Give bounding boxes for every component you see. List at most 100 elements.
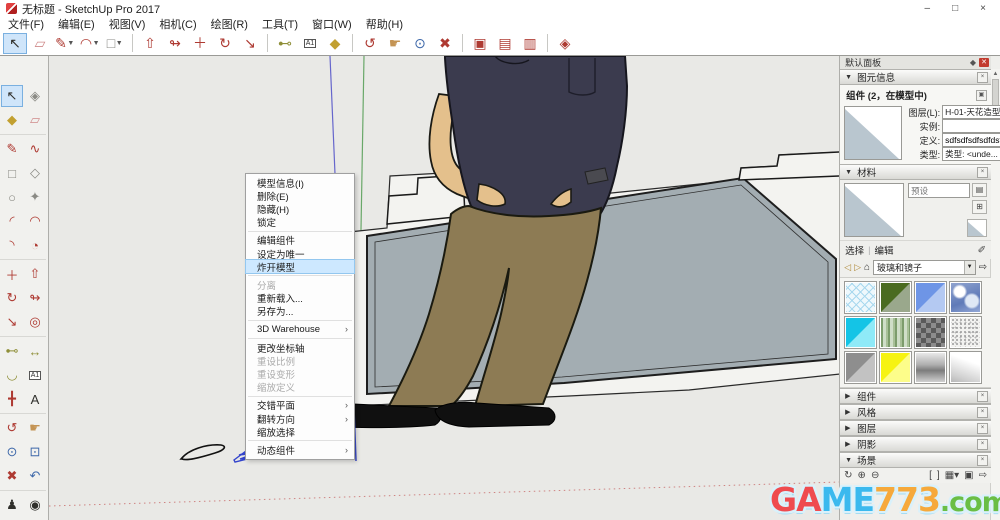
menu-item-make-unique[interactable]: 设定为唯一 xyxy=(246,247,354,260)
section-close-icon[interactable]: × xyxy=(977,391,988,402)
type-dropdown[interactable]: 类型: <unde... ▼ xyxy=(942,147,1000,161)
two-point-arc-tool[interactable]: ◠ xyxy=(24,210,46,232)
axes-tool[interactable]: ╋ xyxy=(1,388,23,410)
collapse-triangle-icon[interactable]: ▼ xyxy=(845,457,853,464)
menu-view[interactable]: 视图(V) xyxy=(109,16,146,32)
look-around-tool[interactable]: ◉ xyxy=(24,494,46,516)
text-tool[interactable]: A1 xyxy=(24,364,46,386)
back-arrow-icon[interactable]: ◁ xyxy=(844,262,851,273)
tape-measure-tool[interactable]: ⊷ xyxy=(1,340,23,362)
zoom-extents-tool[interactable]: ✖ xyxy=(433,33,457,54)
collapse-triangle-icon[interactable]: ▶ xyxy=(845,440,853,448)
get-models-button[interactable]: ▣ xyxy=(468,33,492,54)
text-tool[interactable]: A1 xyxy=(298,33,322,54)
tray-header[interactable]: 默认面板 ◆ ✕ xyxy=(840,56,991,69)
menu-file[interactable]: 文件(F) xyxy=(8,16,44,32)
menu-item-explode[interactable]: 炸开模型 xyxy=(246,260,354,273)
section-close-icon[interactable]: × xyxy=(977,167,988,178)
menu-item-model-info[interactable]: 模型信息(I) xyxy=(246,176,354,189)
menu-item-save-as[interactable]: 另存为... xyxy=(246,305,354,318)
layer-dropdown[interactable]: H-01-天花造型 ▼ xyxy=(942,105,1000,119)
pin-icon[interactable]: ◆ xyxy=(970,58,976,67)
shadows-section-header[interactable]: ▶ 阴影 × xyxy=(840,436,991,452)
extension-warehouse-button[interactable]: ◈ xyxy=(553,33,577,54)
zoom-tool[interactable]: ⊙ xyxy=(408,33,432,54)
scale-tool[interactable]: ↘ xyxy=(238,33,262,54)
pan-tool[interactable]: ☛ xyxy=(383,33,407,54)
rectangle-tool[interactable]: □ xyxy=(1,162,23,184)
entity-info-header[interactable]: ▼ 图元信息 × xyxy=(840,69,991,85)
orbit-tool[interactable]: ↺ xyxy=(358,33,382,54)
instance-input[interactable] xyxy=(945,121,1000,131)
tape-measure-tool[interactable]: ⊷ xyxy=(273,33,297,54)
create-material-icon[interactable]: ⊞ xyxy=(972,200,987,214)
orbit-tool[interactable]: ↺ xyxy=(1,417,23,439)
material-swatch-green-glass[interactable] xyxy=(879,281,912,314)
material-swatch-white-mirror[interactable] xyxy=(949,351,982,384)
menu-item-zoom-selection[interactable]: 缩放选择 xyxy=(246,425,354,438)
push-pull-tool[interactable]: ⇧ xyxy=(24,263,46,285)
secondary-pane-icon[interactable]: ⇨ xyxy=(979,262,987,273)
material-swatch-metal-mirror[interactable] xyxy=(914,351,947,384)
polygon-tool[interactable]: ✦ xyxy=(24,186,46,208)
definition-input[interactable] xyxy=(945,135,1000,145)
line-tool[interactable]: ✎ xyxy=(1,138,23,160)
material-swatch-dark-weave[interactable] xyxy=(914,316,947,349)
eyedropper-icon[interactable]: ✐ xyxy=(978,245,986,256)
move-tool[interactable]: ＋ xyxy=(1,263,23,285)
rotate-tool[interactable]: ↻ xyxy=(1,287,23,309)
material-name-input[interactable] xyxy=(911,186,968,196)
offset-tool[interactable]: ◎ xyxy=(24,311,46,333)
paint-bucket-tool[interactable]: ◆ xyxy=(1,109,23,131)
collapse-triangle-icon[interactable]: ▶ xyxy=(845,392,853,400)
menu-item-intersect-faces[interactable]: 交错平面› xyxy=(246,399,354,412)
section-close-icon[interactable]: × xyxy=(977,407,988,418)
previous-view-tool[interactable]: ↶ xyxy=(24,465,46,487)
home-icon[interactable]: ⌂ xyxy=(864,262,870,273)
protractor-tool[interactable]: ◡ xyxy=(1,364,23,386)
menu-tools[interactable]: 工具(T) xyxy=(262,16,298,32)
material-swatch-frosted-bamboo[interactable] xyxy=(879,316,912,349)
arc-tool[interactable]: ◜ xyxy=(1,210,23,232)
material-swatch-speckled-glass[interactable] xyxy=(949,316,982,349)
tray-close-icon[interactable]: ✕ xyxy=(979,58,989,67)
section-close-icon[interactable]: × xyxy=(977,455,988,466)
forward-arrow-icon[interactable]: ▷ xyxy=(854,262,861,273)
material-swatch-blue-glass[interactable] xyxy=(914,281,947,314)
collapse-triangle-icon[interactable]: ▼ xyxy=(845,74,853,81)
tab-select[interactable]: 选择 xyxy=(845,243,864,257)
push-pull-tool[interactable]: ⇧ xyxy=(138,33,162,54)
menu-item-flip-along[interactable]: 翻转方向› xyxy=(246,412,354,425)
menu-item-change-axes[interactable]: 更改坐标轴 xyxy=(246,341,354,354)
section-close-icon[interactable]: × xyxy=(977,72,988,83)
freehand-tool[interactable]: ∿ xyxy=(24,138,46,160)
eraser-tool[interactable]: ▱ xyxy=(28,33,52,54)
rotated-rectangle-tool[interactable]: ◇ xyxy=(24,162,46,184)
collection-dropdown[interactable]: 玻璃和镜子 ▼ xyxy=(873,260,976,275)
chevron-down-icon[interactable]: ▼ xyxy=(67,40,75,47)
menu-window[interactable]: 窗口(W) xyxy=(312,16,352,32)
three-point-arc-tool[interactable]: ◝ xyxy=(1,234,23,256)
pan-tool[interactable]: ☛ xyxy=(24,417,46,439)
components-section-header[interactable]: ▶ 组件 × xyxy=(840,388,991,404)
close-button[interactable]: × xyxy=(980,1,986,16)
paint-bucket-tool[interactable]: ◆ xyxy=(323,33,347,54)
select-tool[interactable]: ↖ xyxy=(1,85,23,107)
menu-item-3d-warehouse[interactable]: 3D Warehouse› xyxy=(246,323,354,336)
follow-me-tool[interactable]: ↬ xyxy=(163,33,187,54)
menu-item-reload[interactable]: 重新载入... xyxy=(246,292,354,305)
details-toggle-icon[interactable]: ▣ xyxy=(976,90,987,101)
select-tool[interactable]: ↖ xyxy=(3,33,27,54)
menu-item-hide[interactable]: 隐藏(H) xyxy=(246,202,354,215)
menu-camera[interactable]: 相机(C) xyxy=(159,16,196,32)
materials-header[interactable]: ▼ 材料 × xyxy=(840,164,991,180)
collapse-triangle-icon[interactable]: ▶ xyxy=(845,424,853,432)
material-swatch-gray-glass[interactable] xyxy=(844,351,877,384)
menu-item-dynamic-components[interactable]: 动态组件› xyxy=(246,443,354,456)
maximize-button[interactable]: □ xyxy=(952,1,958,16)
3d-text-tool[interactable]: A xyxy=(24,388,46,410)
move-tool[interactable]: ＋ xyxy=(188,33,212,54)
tab-edit[interactable]: 编辑 xyxy=(875,243,894,257)
minimize-button[interactable]: – xyxy=(925,1,931,16)
line-tool[interactable]: ✎▼ xyxy=(53,33,77,54)
